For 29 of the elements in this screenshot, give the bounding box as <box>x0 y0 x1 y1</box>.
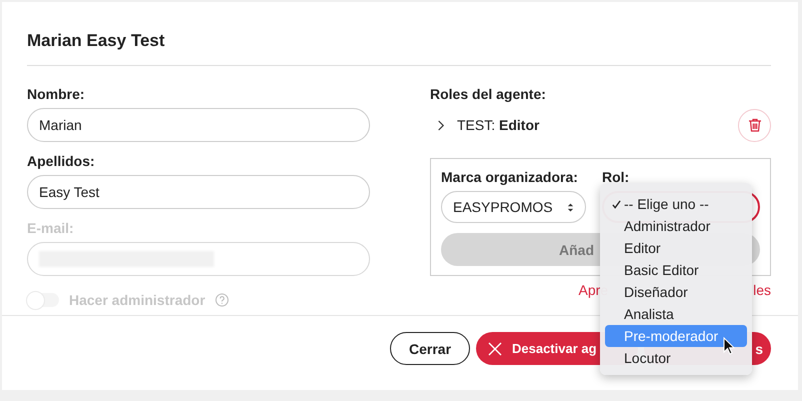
brand-select[interactable]: EASYPROMOS <box>441 191 586 223</box>
delete-button[interactable] <box>738 108 771 142</box>
menu-option[interactable]: Diseñador <box>605 281 747 303</box>
close-icon <box>488 342 502 356</box>
input-field[interactable]: Marian <box>27 108 370 142</box>
cursor-icon <box>723 337 735 355</box>
help-link[interactable]: les <box>753 282 771 298</box>
role-text: TEST: Editor <box>457 117 540 133</box>
trash-icon <box>746 117 762 133</box>
brand-label: Marca organizadora: <box>441 169 579 185</box>
menu-option[interactable]: Analista <box>605 303 747 325</box>
sort-arrows-icon <box>567 202 574 212</box>
menu-option[interactable]: -- Elige uno -- <box>605 193 747 215</box>
menu-option[interactable]: Editor <box>605 237 747 259</box>
field-label: Nombre: <box>27 86 86 102</box>
help-icon[interactable] <box>215 293 230 307</box>
field-label: Apellidos: <box>27 153 96 169</box>
roles-heading: Roles del agente: <box>430 86 547 102</box>
toggle-label: Hacer administrador <box>69 292 206 308</box>
input-field[interactable] <box>27 242 370 276</box>
close-button[interactable]: Cerrar <box>390 332 470 365</box>
menu-option[interactable]: Basic Editor <box>605 259 747 281</box>
check-icon <box>612 200 621 208</box>
role-label: Rol: <box>602 169 630 185</box>
field-label: E-mail: <box>27 220 75 236</box>
menu-option[interactable]: Administrador <box>605 215 747 237</box>
input-field[interactable]: Easy Test <box>27 175 370 209</box>
dialog-title: Marian Easy Test <box>26 30 166 52</box>
chevron-icon[interactable] <box>436 118 445 132</box>
